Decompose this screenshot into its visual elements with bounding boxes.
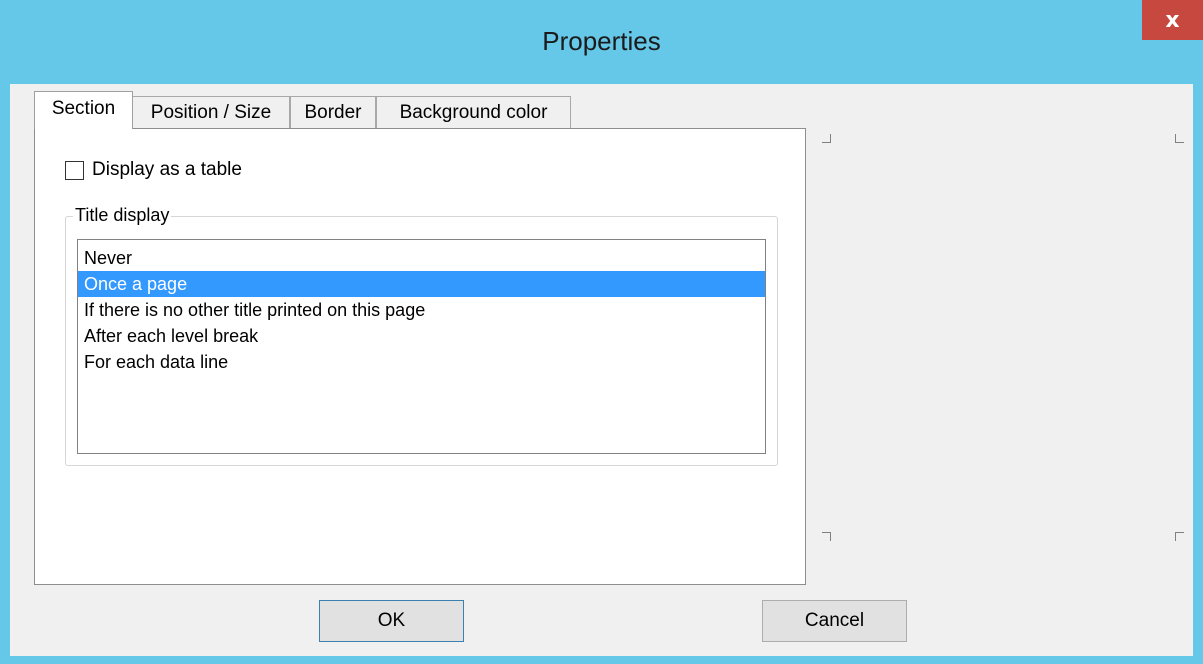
display-as-table-option[interactable]: Display as a table [65, 159, 242, 181]
title-display-group-label: Title display [73, 205, 172, 226]
tab-section[interactable]: Section [34, 91, 133, 129]
corner-mark-bottom-right [1175, 532, 1184, 541]
title-bar[interactable]: Properties x [0, 0, 1203, 84]
corner-mark-top-right [1175, 134, 1184, 143]
title-display-listbox[interactable]: Never Once a page If there is no other t… [77, 239, 766, 454]
list-item-no-other-title[interactable]: If there is no other title printed on th… [78, 297, 765, 323]
display-as-table-checkbox[interactable] [65, 160, 84, 180]
tab-background-color[interactable]: Background color [376, 96, 571, 129]
cancel-button[interactable]: Cancel [762, 600, 907, 642]
list-item-once-a-page[interactable]: Once a page [78, 271, 765, 297]
list-item-never[interactable]: Never [78, 245, 765, 271]
list-item-after-level-break[interactable]: After each level break [78, 323, 765, 349]
corner-mark-bottom-left [822, 532, 831, 541]
dialog-client-area: Section Position / Size Border Backgroun… [10, 84, 1193, 656]
close-icon: x [1165, 7, 1180, 33]
layout-preview-area [822, 134, 1192, 544]
tab-border[interactable]: Border [290, 96, 376, 129]
tab-position-size[interactable]: Position / Size [132, 96, 290, 129]
corner-mark-top-left [822, 134, 831, 143]
display-as-table-label[interactable]: Display as a table [92, 159, 242, 181]
section-tab-panel: Display as a table Title display Never O… [34, 128, 806, 585]
ok-button[interactable]: OK [319, 600, 464, 642]
title-display-group: Title display Never Once a page If there… [65, 205, 778, 466]
window-title: Properties [542, 26, 661, 56]
close-button[interactable]: x [1142, 0, 1203, 40]
list-item-each-data-line[interactable]: For each data line [78, 349, 765, 375]
properties-dialog: Properties x Section Position / Size Bor… [0, 0, 1203, 664]
